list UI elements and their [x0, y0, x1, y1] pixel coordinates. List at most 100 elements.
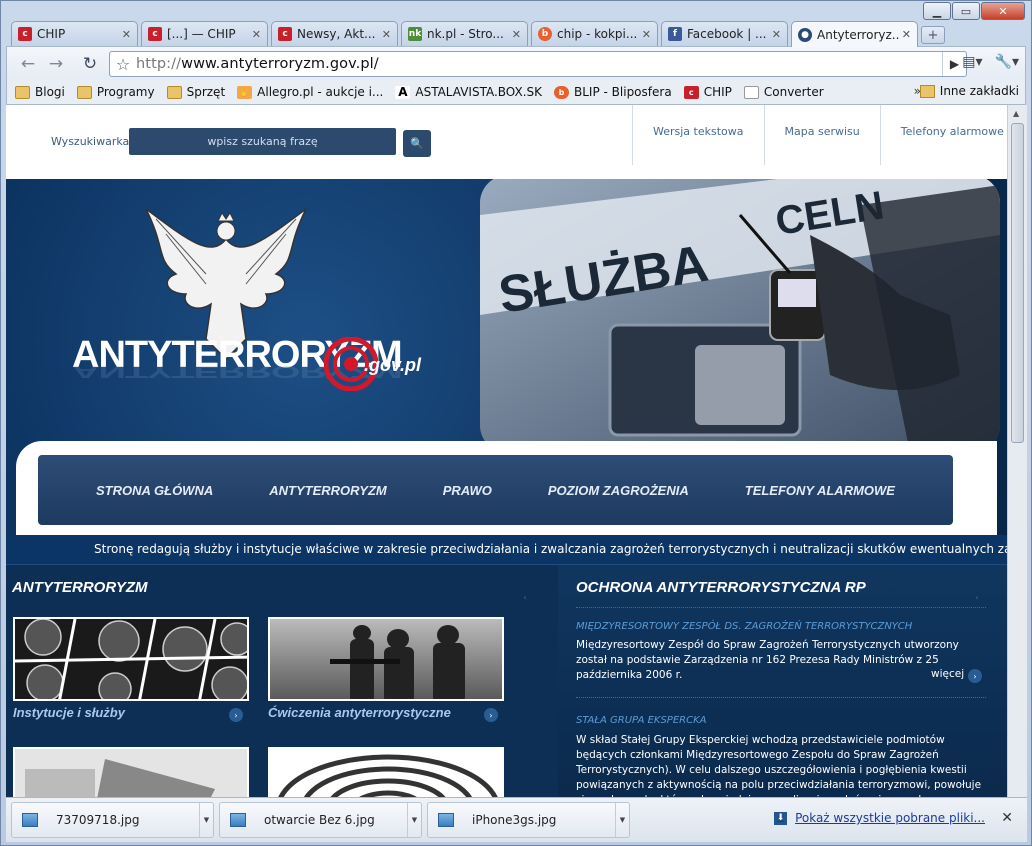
- nav-home[interactable]: STRONA GŁÓWNA: [96, 483, 213, 498]
- blip-icon: b: [538, 27, 552, 41]
- download-item[interactable]: 73709718.jpg ▼: [11, 802, 214, 838]
- article-1-more-link[interactable]: więcej: [931, 668, 964, 680]
- tab-antyterroryzm[interactable]: ● Antyterroryz... ✕: [791, 21, 918, 47]
- article-1-title[interactable]: MIĘDZYRESORTOWY ZESPÓŁ DS. ZAGROŻEŃ TERR…: [576, 621, 912, 632]
- right-column: OCHRONA ANTYTERRORYSTYCZNA RP ‹ MIĘDZYRE…: [558, 565, 1007, 797]
- facebook-icon: f: [668, 27, 682, 41]
- article-2-title[interactable]: STAŁA GRUPA EKSPERCKA: [576, 715, 707, 726]
- tab-newsy[interactable]: c Newsy, Akt... ✕: [271, 21, 398, 46]
- url-text: http://www.antyterroryzm.gov.pl/: [136, 56, 379, 72]
- downloads-bar: 73709718.jpg ▼ otwarcie Bez 6.jpg ▼ iPhone…: [6, 797, 1027, 842]
- tab-chip[interactable]: c CHIP ✕: [11, 21, 138, 46]
- chevron-down-icon[interactable]: ▼: [407, 803, 421, 837]
- tile-image-exercises[interactable]: [268, 617, 504, 701]
- folder-icon: [76, 85, 92, 99]
- tab-chip-2[interactable]: c [...] — CHIP ✕: [141, 21, 268, 46]
- close-tab-icon[interactable]: ✕: [512, 28, 521, 41]
- nav-emergency-phones[interactable]: TELEFONY ALARMOWE: [745, 483, 895, 498]
- download-item[interactable]: otwarcie Bez 6.jpg ▼: [219, 802, 422, 838]
- minimize-button[interactable]: ▁: [923, 2, 951, 20]
- close-window-button[interactable]: ✕: [981, 2, 1025, 20]
- blip-icon: b: [554, 85, 570, 99]
- chevron-right-icon[interactable]: ›: [968, 669, 982, 683]
- logo-suffix: .gov.pl: [364, 355, 422, 375]
- left-section-heading: ANTYTERRORYZM: [12, 579, 148, 596]
- browser-toolbar: ← → ↻ ☆ http://www.antyterroryzm.gov.pl/…: [6, 46, 1026, 80]
- forward-arrow-icon[interactable]: →: [45, 53, 67, 75]
- chip-icon: c: [683, 85, 699, 99]
- bookmark-converter[interactable]: Converter: [743, 85, 824, 99]
- bookmark-chip[interactable]: c CHIP: [683, 85, 732, 99]
- tile-image-4[interactable]: [268, 747, 504, 797]
- tab-nk[interactable]: nk nk.pl - Stro... ✕: [401, 21, 528, 46]
- bookmark-sprzet[interactable]: Sprzęt: [166, 85, 225, 99]
- star-icon[interactable]: ☆: [110, 55, 136, 74]
- tile-caption-institutions[interactable]: Instytucje i służby: [13, 705, 125, 720]
- web-page: Wyszukiwarka: wpisz szukaną frazę 🔍 Wers…: [6, 105, 1007, 797]
- close-downloads-icon[interactable]: ✕: [1001, 810, 1013, 826]
- tile-image-3[interactable]: [13, 747, 249, 797]
- folder-icon: [919, 84, 935, 98]
- tile-caption-exercises[interactable]: Ćwiczenia antyterrorystyczne: [268, 705, 451, 720]
- show-all-downloads-link[interactable]: ⬇ Pokaż wszystkie pobrane pliki...: [774, 811, 985, 825]
- close-tab-icon[interactable]: ✕: [902, 28, 911, 41]
- chevron-down-icon[interactable]: ▼: [199, 803, 213, 837]
- maximize-button[interactable]: ▭: [952, 2, 980, 20]
- download-item[interactable]: iPhone3gs.jpg ▼: [427, 802, 630, 838]
- close-tab-icon[interactable]: ✕: [772, 28, 781, 41]
- tile-image-institutions[interactable]: [13, 617, 249, 701]
- chip-icon: c: [18, 27, 32, 41]
- link-site-map[interactable]: Mapa serwisu: [763, 105, 880, 165]
- chevron-down-icon[interactable]: ▼: [615, 803, 629, 837]
- close-tab-icon[interactable]: ✕: [252, 28, 261, 41]
- search-icon: 🔍: [410, 137, 424, 150]
- bookmark-astalavista[interactable]: A ASTALAVISTA.BOX.SK: [395, 85, 542, 99]
- top-links: Wersja tekstowa Mapa serwisu Telefony al…: [632, 105, 1007, 165]
- tab-facebook[interactable]: f Facebook | ... ✕: [661, 21, 788, 46]
- other-bookmarks[interactable]: Inne zakładki: [919, 84, 1019, 98]
- search-button[interactable]: 🔍: [403, 130, 431, 157]
- vertical-scrollbar[interactable]: ▲: [1007, 105, 1027, 797]
- scrollbar-thumb[interactable]: [1011, 123, 1024, 443]
- link-emergency-phones[interactable]: Telefony alarmowe: [879, 105, 1007, 165]
- close-tab-icon[interactable]: ✕: [382, 28, 391, 41]
- customs-photo: SŁUŻBA CELN: [480, 179, 1000, 453]
- link-text-version[interactable]: Wersja tekstowa: [632, 105, 764, 165]
- hero-banner: SŁUŻBA CELN ANTYTERRORYZM ANTYTERRORYZM …: [6, 179, 1007, 535]
- bookmarks-bar: Blogi Programy Sprzęt ✋ Allegro.pl - aukc…: [6, 80, 1026, 105]
- address-bar[interactable]: ☆ http://www.antyterroryzm.gov.pl/ ▶: [109, 51, 967, 77]
- reload-icon[interactable]: ↻: [79, 53, 101, 75]
- scroll-up-icon[interactable]: ▲: [1013, 109, 1019, 118]
- hand-icon: ✋: [237, 85, 253, 99]
- nk-icon: nk: [408, 27, 422, 41]
- right-section-heading: OCHRONA ANTYTERRORYSTYCZNA RP: [576, 579, 866, 596]
- image-file-icon: [22, 813, 38, 827]
- back-arrow-icon[interactable]: ←: [17, 53, 39, 75]
- bookmark-programy[interactable]: Programy: [76, 85, 155, 99]
- news-ticker: Stronę redagują służby i instytucje właś…: [6, 535, 1007, 565]
- chevron-right-icon[interactable]: ›: [484, 708, 498, 722]
- folder-icon: [15, 85, 30, 99]
- new-tab-button[interactable]: +: [921, 26, 945, 44]
- page-menu-icon[interactable]: ▤▾: [962, 54, 982, 70]
- nav-law[interactable]: PRAWO: [443, 483, 492, 498]
- chip-icon: c: [148, 27, 162, 41]
- bookmark-allegro[interactable]: ✋ Allegro.pl - aukcje i...: [237, 85, 383, 99]
- window-controls: ▁ ▭ ✕: [923, 2, 1025, 20]
- tab-strip: c CHIP ✕ c [...] — CHIP ✕ c Newsy, Akt... ✕ nk…: [11, 21, 945, 47]
- close-tab-icon[interactable]: ✕: [642, 28, 651, 41]
- bookmark-blogi[interactable]: Blogi: [15, 85, 65, 99]
- toolbar-menus: ▤▾ 🔧▾: [962, 54, 1019, 70]
- astalavista-icon: A: [395, 85, 411, 99]
- bookmark-blip[interactable]: b BLIP - Bliposfera: [554, 85, 672, 99]
- chevron-left-icon[interactable]: ‹: [970, 590, 984, 604]
- nav-threat-level[interactable]: POZIOM ZAGROŻENIA: [548, 483, 689, 498]
- chevron-left-icon[interactable]: ‹: [518, 590, 532, 604]
- chevron-right-icon[interactable]: ›: [229, 708, 243, 722]
- nav-antyterroryzm[interactable]: ANTYTERRORYZM: [269, 483, 386, 498]
- tab-blip[interactable]: b chip - kokpi... ✕: [531, 21, 658, 46]
- close-tab-icon[interactable]: ✕: [122, 28, 131, 41]
- image-file-icon: [230, 813, 246, 827]
- search-input[interactable]: wpisz szukaną frazę: [129, 128, 396, 155]
- wrench-icon[interactable]: 🔧▾: [995, 54, 1019, 70]
